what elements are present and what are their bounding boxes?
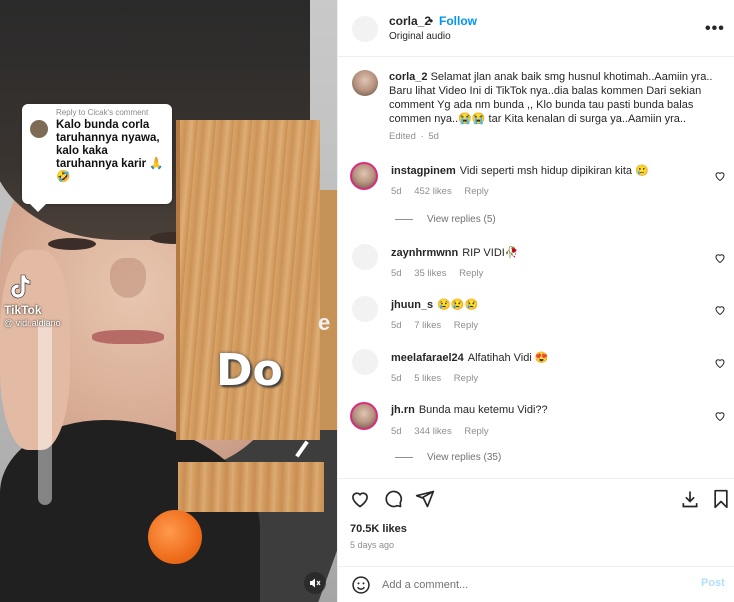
heart-icon[interactable] [714,304,726,316]
heart-icon[interactable] [714,170,726,182]
edited-label: Edited [389,131,416,142]
comment-text: jhuun_s 😢😢😢 [391,298,691,311]
comment-username[interactable]: jhuun_s [391,299,433,311]
comment-avatar[interactable] [350,162,378,190]
comment-username[interactable]: meelafarael24 [391,352,464,364]
action-bar: 70.5K likes 5 days ago [338,478,734,568]
comment-body: Vidi seperti msh hidup dipikiran kita 🥲 [459,165,649,177]
download-icon[interactable] [680,489,700,509]
comment-meta: 5d 452 likes Reply [391,186,499,197]
reply-avatar [30,120,48,138]
tiktok-logo-icon [8,274,32,305]
likes-count[interactable]: 70.5K likes [350,523,407,535]
comment-time: 5d [391,426,402,437]
caption-meta: Edited · 5d [389,130,719,144]
tiktok-handle: @ vidi.aldiano [4,318,61,328]
comment-text: jh.rn Bunda mau ketemu Vidi?? [391,404,691,416]
comment-bubble-icon[interactable] [383,489,403,509]
comment-input[interactable] [382,577,672,593]
caption-username[interactable]: corla_2 [389,71,428,83]
person-eye [48,238,96,250]
orange-ball [148,510,202,564]
reply-text: Kalo bunda corla taruhannya nyawa, kalo … [56,119,164,183]
reply-button[interactable]: Reply [464,186,488,197]
like-heart-icon[interactable] [350,489,370,509]
reply-header: Reply to Cicak's comment [56,108,149,117]
comment-time: 5d [391,268,402,279]
caption: corla_2 Selamat jlan anak baik smg husnu… [389,70,719,144]
comment-time: 5d [391,373,402,384]
post-panel: corla_2 • Follow Original audio ••• corl… [337,0,734,602]
comment-body: 😢😢😢 [437,299,479,311]
overlay-word: Do [216,345,283,396]
comment-avatar[interactable] [352,296,378,322]
comment-meta: 5d 35 likes Reply [391,268,493,279]
comment-likes[interactable]: 35 likes [414,268,446,279]
filter-slider [38,320,52,505]
heart-icon[interactable] [714,357,726,369]
comment-meta: 5d 5 likes Reply [391,373,488,384]
heart-icon[interactable] [714,410,726,422]
comment-avatar[interactable] [352,349,378,375]
post-button[interactable]: Post [701,577,725,589]
emoji-icon[interactable] [351,575,371,595]
heart-icon[interactable] [714,252,726,264]
comment-time: 5d [391,320,402,331]
reply-button[interactable]: Reply [459,268,483,279]
person-mouth [92,330,164,344]
meta-dot: · [420,131,424,142]
overlay-letter: e [318,310,331,335]
comment-likes[interactable]: 344 likes [414,426,452,437]
post-time: 5 days ago [350,540,395,550]
comment-body: Alfatihah Vidi 😍 [467,352,549,364]
comment-username[interactable]: zaynhrmwnn [391,247,458,259]
share-paper-plane-icon[interactable] [415,489,435,509]
comments-list[interactable]: corla_2 Selamat jlan anak baik smg husnu… [338,58,734,478]
caption-avatar[interactable] [352,70,378,96]
comment-likes[interactable]: 7 likes [414,320,441,331]
more-options-icon[interactable]: ••• [705,20,725,38]
comment-likes[interactable]: 5 likes [414,373,441,384]
comment-username[interactable]: jh.rn [391,404,415,416]
comment-text: zaynhrmwnn RIP VIDI🥀 [391,246,691,259]
comment-text: meelafarael24 Alfatihah Vidi 😍 [391,351,691,364]
speaker-muted-icon [310,578,321,588]
reply-button[interactable]: Reply [454,320,478,331]
view-replies-button[interactable]: View replies (5) [395,214,496,225]
comment-avatar[interactable] [352,244,378,270]
bookmark-icon[interactable] [712,489,730,509]
tiktok-reply-card: Reply to Cicak's comment Kalo bunda corl… [22,104,172,212]
comment-likes[interactable]: 452 likes [414,186,452,197]
comment-body: Bunda mau ketemu Vidi?? [418,404,548,416]
comment-meta: 5d 7 likes Reply [391,320,488,331]
caption-text: Selamat jlan anak baik smg husnul khotim… [389,71,713,125]
comment-time: 5d [391,186,402,197]
tiktok-label: TikTok [4,303,42,317]
reply-button[interactable]: Reply [454,373,478,384]
caption-time: 5d [428,131,439,142]
comment-text: instagpinem Vidi seperti msh hidup dipiki… [391,164,691,177]
comment-composer: Post [338,566,734,602]
view-replies-button[interactable]: View replies (35) [395,452,501,463]
post-header: corla_2 • Follow Original audio ••• [338,0,734,57]
comment-body: RIP VIDI🥀 [462,247,519,259]
comment-username[interactable]: instagpinem [391,165,456,177]
comment-avatar[interactable] [350,402,378,430]
reply-button[interactable]: Reply [464,426,488,437]
wood-base [178,462,324,512]
post-video[interactable]: Do e Reply to Cicak's comment Kalo bunda… [0,0,337,602]
separator-dot: • [429,14,434,28]
follow-button[interactable]: Follow [439,14,477,28]
header-username[interactable]: corla_2 [389,14,431,28]
audio-label[interactable]: Original audio [389,31,451,42]
person-nose [110,258,146,298]
mute-button[interactable] [304,572,326,594]
comment-meta: 5d 344 likes Reply [391,426,499,437]
avatar[interactable] [352,16,378,42]
